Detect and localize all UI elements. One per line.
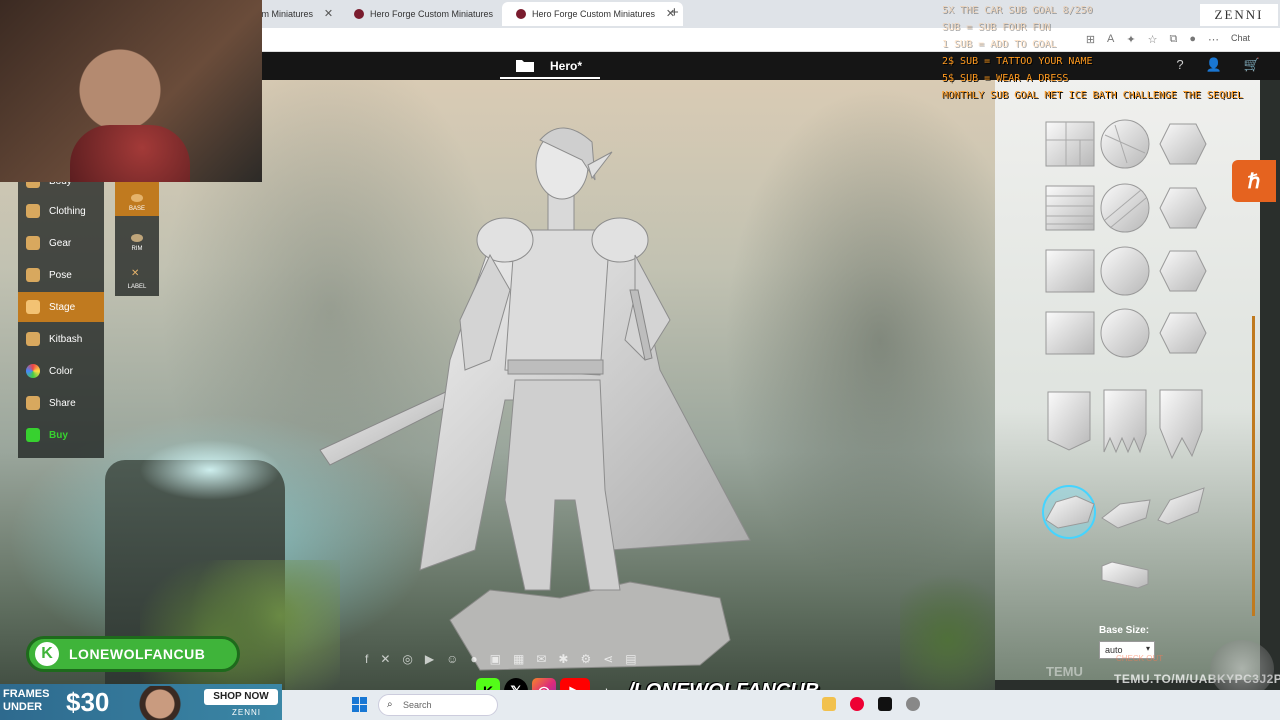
base-tile-diamond-plate-square[interactable] — [1045, 249, 1095, 293]
search-placeholder: Search — [403, 700, 432, 710]
base-tile-wavy-hex[interactable] — [1159, 312, 1207, 354]
ad-price: $30 — [66, 687, 110, 717]
social-icons-row: f ✕ ◎ ▶ ☺ ● ▣ ▦ ✉ ✱ ⚙ ⋖ ▤ — [365, 652, 637, 666]
settings-icon: ⚙ — [580, 652, 592, 666]
goal-line: 1 SUB = ADD TO GOAL — [942, 39, 1057, 50]
base-tile-wavy-square[interactable] — [1045, 311, 1095, 355]
windows-start-icon[interactable] — [352, 697, 367, 712]
ad-line2: UNDER — [3, 701, 43, 713]
reddit-icon: ● — [470, 652, 478, 666]
base-tile-banner-tattered[interactable] — [1159, 389, 1203, 460]
goal-line: 5$ SUB = WEAR A DRESS — [942, 73, 1069, 84]
base-tile-diamond-plate-hex[interactable] — [1159, 250, 1207, 292]
base-tile-planks-square[interactable] — [1045, 185, 1095, 231]
ad-brand: ZENNI — [232, 708, 261, 717]
base-tile-plain-block[interactable] — [1101, 561, 1149, 589]
store-icon: ▤ — [625, 652, 637, 666]
youtube-app-icon[interactable] — [850, 697, 864, 711]
taskbar-apps — [822, 697, 920, 711]
base-tile-banner-shield[interactable] — [1047, 391, 1091, 451]
mail-icon: ✉ — [536, 652, 547, 666]
base-tile-flagstone-square[interactable] — [1045, 121, 1095, 167]
ad-line1: FRAMES — [3, 688, 50, 700]
facebook-icon: f — [365, 652, 369, 666]
base-tile-rubble-3[interactable] — [1157, 487, 1205, 525]
windows-taskbar: ⌕ Search — [282, 690, 1280, 720]
netflix-app-icon[interactable] — [878, 697, 892, 711]
base-tile-rubble-selected[interactable] — [1042, 485, 1096, 539]
temu-logo: TEMU — [1046, 664, 1083, 679]
obs-app-icon[interactable] — [906, 697, 920, 711]
webcam-overlay — [0, 0, 262, 182]
calendar-icon: ▦ — [512, 652, 525, 666]
kick-icon: K — [35, 642, 59, 666]
search-icon: ⌕ — [387, 699, 393, 710]
base-tile-rubble-2[interactable] — [1101, 499, 1151, 529]
base-tile-flagstone-hex[interactable] — [1159, 123, 1207, 165]
base-size-label: Base Size: — [1099, 625, 1150, 636]
discord-icon: ☺ — [446, 652, 459, 666]
base-tile-diamond-plate-round[interactable] — [1100, 246, 1150, 296]
base-tile-planks-hex[interactable] — [1159, 187, 1207, 229]
shop-now-button: SHOP NOW — [204, 689, 278, 705]
base-tile-flagstone-round[interactable] — [1100, 119, 1150, 169]
ad-model-image — [120, 686, 200, 720]
channel-badge: K LONEWOLFANCUB — [26, 636, 240, 672]
base-tile-planks-round[interactable] — [1100, 183, 1150, 233]
panel-scrollbar[interactable] — [1252, 316, 1255, 616]
share-icon: ⋖ — [603, 652, 614, 666]
taskbar-search[interactable]: ⌕ Search — [378, 694, 498, 716]
instagram-icon: ◎ — [402, 652, 413, 666]
base-tile-banner-fringed[interactable] — [1103, 389, 1147, 454]
temu-checkout: CHECK OUT — [1116, 654, 1164, 663]
ad-headline: FRAMES UNDER — [3, 688, 49, 714]
gift-icon: ✱ — [558, 652, 569, 666]
webcam-person — [70, 125, 190, 182]
hero-forge-logo-icon[interactable]: ℏ — [1232, 160, 1276, 202]
channel-name: LONEWOLFANCUB — [69, 646, 206, 662]
youtube-icon: ▶ — [424, 652, 435, 666]
twitch-icon: ▣ — [489, 652, 501, 666]
zenni-ad-banner: FRAMES UNDER $30 SHOP NOW ZENNI — [0, 684, 282, 720]
x-icon: ✕ — [380, 652, 391, 666]
zenni-logo: ZENNI — [1200, 4, 1278, 26]
goal-line: 2$ SUB = TATTOO YOUR NAME — [942, 56, 1093, 67]
store-app-icon[interactable] — [822, 697, 836, 711]
base-tile-wavy-round[interactable] — [1100, 308, 1150, 358]
goal-line: MONTHLY SUB GOAL MET ICE BATH CHALLENGE … — [942, 90, 1244, 101]
